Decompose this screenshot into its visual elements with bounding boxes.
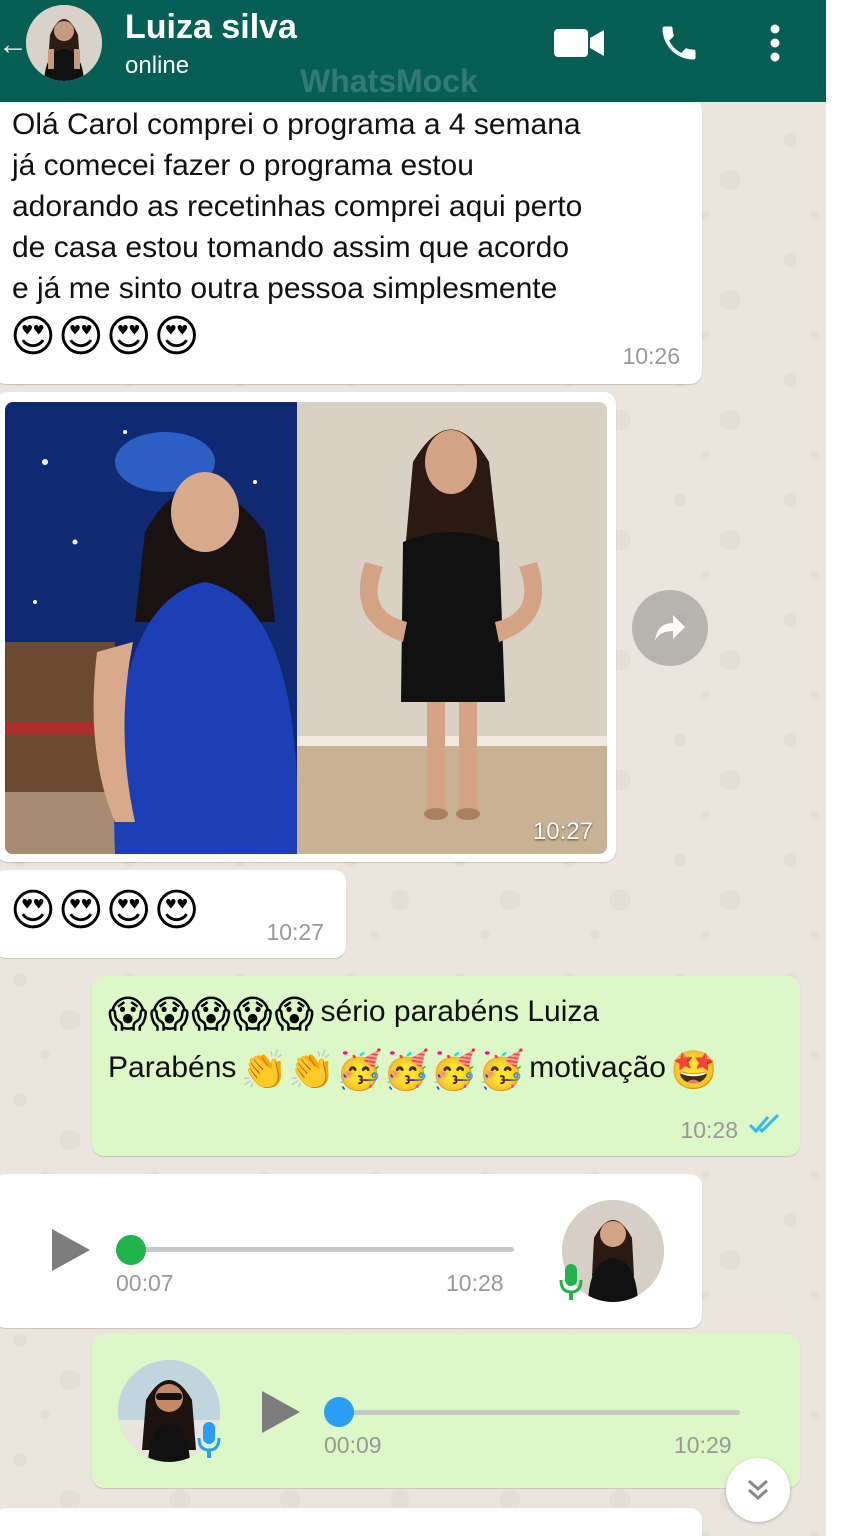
- incoming-message-bubble[interactable]: 😍😍😍😍 10:27: [0, 870, 346, 958]
- play-icon[interactable]: [52, 1229, 90, 1271]
- message-time: 10:28: [446, 1270, 504, 1296]
- message-line: e já me sinto outra pessoa simplesmente: [12, 272, 558, 305]
- contact-name[interactable]: Luiza silva: [125, 8, 297, 47]
- audio-progress-track[interactable]: [130, 1247, 514, 1252]
- contact-avatar[interactable]: [26, 5, 102, 81]
- audio-duration: 00:07: [116, 1270, 174, 1296]
- message-line: de casa estou tomando assim que acordo: [12, 231, 570, 264]
- play-icon[interactable]: [262, 1391, 300, 1433]
- message-time: 10:27: [266, 919, 324, 945]
- contact-status: online: [125, 52, 190, 79]
- screen-edge: [826, 0, 864, 1536]
- emoji: 🤩: [670, 1050, 720, 1092]
- video-call-icon[interactable]: [552, 20, 606, 66]
- audio-progress-track[interactable]: [338, 1410, 740, 1415]
- message-time: 10:29: [674, 1432, 732, 1458]
- microphone-icon: [558, 1262, 584, 1307]
- message-line: 😱😱😱😱😱 sério parabéns Luiza: [108, 990, 599, 1040]
- audio-progress-knob[interactable]: [116, 1235, 146, 1265]
- message-line: Parabéns 👏👏🥳🥳🥳🥳 motivação 🤩: [108, 1046, 720, 1096]
- message-time: 10:28: [680, 1117, 738, 1143]
- message-text: motivação: [529, 1051, 666, 1084]
- message-time: 10:26: [622, 343, 680, 369]
- image-time: 10:27: [532, 818, 593, 845]
- more-options-icon[interactable]: [748, 20, 802, 66]
- audio-duration: 00:09: [324, 1432, 382, 1458]
- emoji-row: 😱😱😱😱😱: [108, 994, 317, 1036]
- back-arrow-icon[interactable]: ←: [0, 30, 28, 60]
- audio-progress-knob[interactable]: [324, 1397, 354, 1427]
- message-line: Olá Carol comprei o programa a 4 semana: [12, 108, 581, 141]
- incoming-audio-bubble[interactable]: 00:07 10:28: [0, 1174, 702, 1328]
- chat-screen: ← Luiza silva online WhatsMock Olá Carol…: [0, 0, 826, 1536]
- chevron-double-down-icon: [748, 1479, 768, 1501]
- message-text: Parabéns: [108, 1051, 237, 1084]
- message-text: Olá Carol comprei o programa a 4 semana …: [12, 104, 582, 309]
- incoming-message-bubble[interactable]: Olá Carol comprei o programa a 4 semana …: [0, 98, 702, 384]
- emoji-row: 😍😍😍😍: [10, 886, 202, 935]
- emoji-row: 😍😍😍😍: [10, 312, 202, 361]
- chat-header: ← Luiza silva online WhatsMock: [0, 0, 826, 102]
- double-check-read-icon: [748, 1113, 782, 1140]
- message-line: já comecei fazer o programa estou: [12, 149, 474, 182]
- outgoing-message-bubble[interactable]: 😱😱😱😱😱 sério parabéns Luiza Parabéns 👏👏🥳🥳…: [92, 976, 800, 1156]
- message-line: adorando as recetinhas comprei aqui pert…: [12, 190, 583, 223]
- outgoing-audio-bubble[interactable]: 00:09 10:29: [92, 1334, 800, 1488]
- incoming-message-bubble[interactable]: [0, 1508, 702, 1536]
- before-after-photo[interactable]: 10:27: [5, 402, 607, 854]
- emoji-row: 👏👏🥳🥳🥳🥳: [240, 1050, 525, 1092]
- watermark: WhatsMock: [300, 63, 478, 99]
- phone-icon[interactable]: [652, 20, 706, 66]
- scroll-to-bottom-button[interactable]: [726, 1458, 790, 1522]
- message-text: sério parabéns Luiza: [320, 995, 600, 1028]
- microphone-icon: [196, 1420, 222, 1465]
- forward-icon[interactable]: [632, 590, 708, 666]
